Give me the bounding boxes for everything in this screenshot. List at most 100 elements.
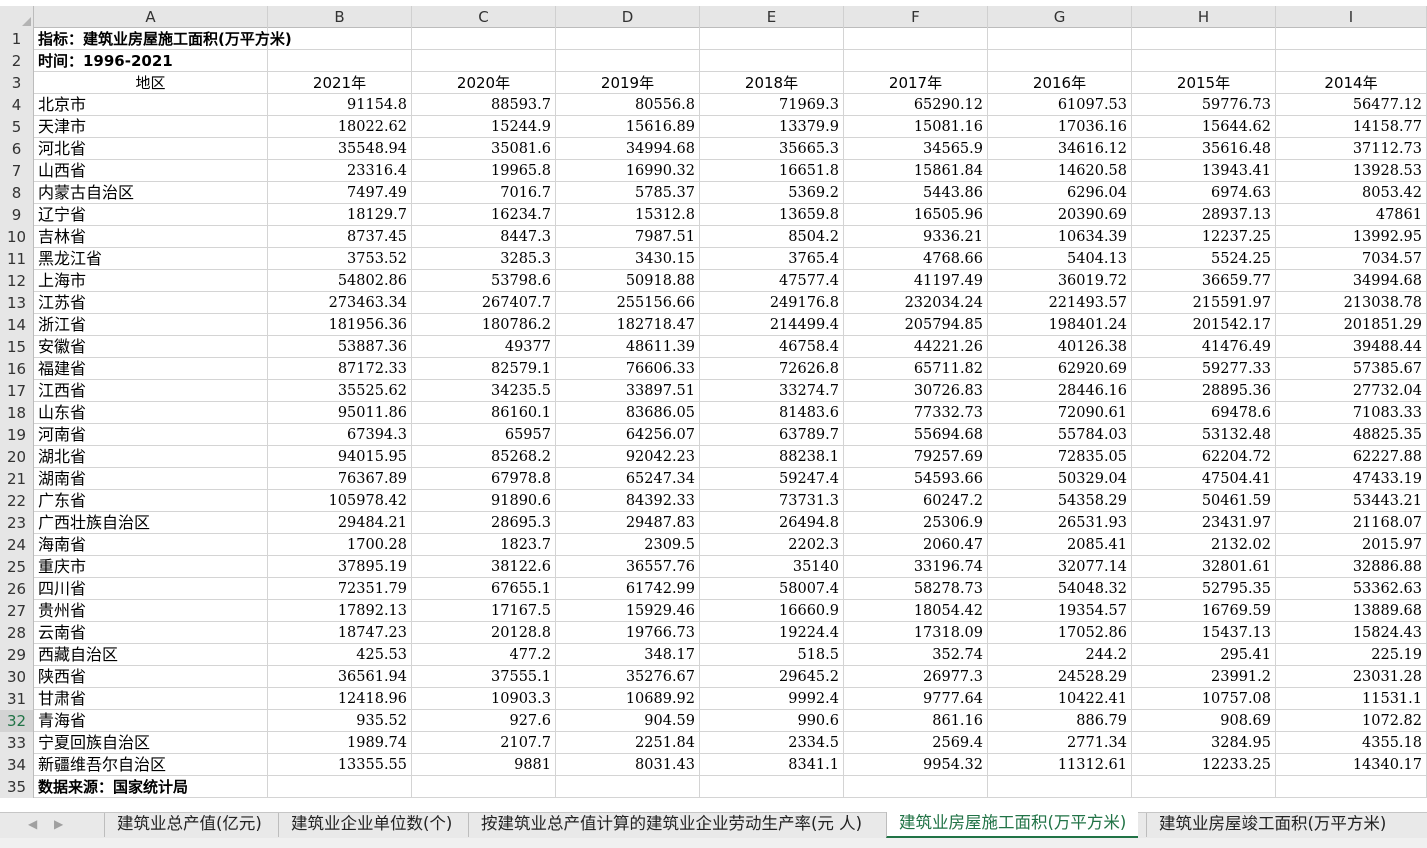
value-cell[interactable]: 54358.29	[988, 490, 1132, 512]
value-cell[interactable]: 886.79	[988, 710, 1132, 732]
value-cell[interactable]: 7034.57	[1276, 248, 1427, 270]
value-cell[interactable]: 36557.76	[556, 556, 700, 578]
value-cell[interactable]: 35548.94	[268, 138, 412, 160]
region-cell[interactable]: 陕西省	[34, 666, 268, 688]
value-cell[interactable]: 7016.7	[412, 182, 556, 204]
value-cell[interactable]: 23431.97	[1132, 512, 1276, 534]
region-cell[interactable]: 广东省	[34, 490, 268, 512]
value-cell[interactable]: 59247.4	[700, 468, 844, 490]
value-cell[interactable]: 18022.62	[268, 116, 412, 138]
row-number[interactable]: 10	[0, 226, 34, 248]
column-header-a[interactable]: A	[34, 6, 268, 28]
value-cell[interactable]: 56477.12	[1276, 94, 1427, 116]
value-cell[interactable]: 26494.8	[700, 512, 844, 534]
value-cell[interactable]: 28895.36	[1132, 380, 1276, 402]
value-cell[interactable]: 14340.17	[1276, 754, 1427, 776]
value-cell[interactable]: 7987.51	[556, 226, 700, 248]
value-cell[interactable]: 214499.4	[700, 314, 844, 336]
value-cell[interactable]: 72626.8	[700, 358, 844, 380]
value-cell[interactable]: 69478.6	[1132, 402, 1276, 424]
region-cell[interactable]: 江苏省	[34, 292, 268, 314]
value-cell[interactable]: 13992.95	[1276, 226, 1427, 248]
region-cell[interactable]: 内蒙古自治区	[34, 182, 268, 204]
region-cell[interactable]: 广西壮族自治区	[34, 512, 268, 534]
value-cell[interactable]: 4768.66	[844, 248, 988, 270]
value-cell[interactable]: 19965.8	[412, 160, 556, 182]
value-cell[interactable]: 28937.13	[1132, 204, 1276, 226]
value-cell[interactable]: 182718.47	[556, 314, 700, 336]
value-cell[interactable]: 29484.21	[268, 512, 412, 534]
sheet-tab[interactable]: 建筑业总产值(亿元)	[104, 813, 274, 837]
value-cell[interactable]: 29487.83	[556, 512, 700, 534]
value-cell[interactable]: 28446.16	[988, 380, 1132, 402]
value-cell[interactable]: 47577.4	[700, 270, 844, 292]
value-cell[interactable]: 36659.77	[1132, 270, 1276, 292]
value-cell[interactable]: 46758.4	[700, 336, 844, 358]
value-cell[interactable]: 5785.37	[556, 182, 700, 204]
value-cell[interactable]: 3430.15	[556, 248, 700, 270]
value-cell[interactable]: 54048.32	[988, 578, 1132, 600]
header-year-cell[interactable]: 2017年	[844, 72, 988, 94]
value-cell[interactable]: 13889.68	[1276, 600, 1427, 622]
value-cell[interactable]: 30726.83	[844, 380, 988, 402]
value-cell[interactable]: 39488.44	[1276, 336, 1427, 358]
value-cell[interactable]: 35276.67	[556, 666, 700, 688]
value-cell[interactable]: 25306.9	[844, 512, 988, 534]
value-cell[interactable]: 13379.9	[700, 116, 844, 138]
value-cell[interactable]: 232034.24	[844, 292, 988, 314]
value-cell[interactable]: 35665.3	[700, 138, 844, 160]
value-cell[interactable]: 81483.6	[700, 402, 844, 424]
value-cell[interactable]: 76367.89	[268, 468, 412, 490]
value-cell[interactable]: 34565.9	[844, 138, 988, 160]
value-cell[interactable]: 3284.95	[1132, 732, 1276, 754]
value-cell[interactable]: 64256.07	[556, 424, 700, 446]
value-cell[interactable]: 91890.6	[412, 490, 556, 512]
value-cell[interactable]: 23991.2	[1132, 666, 1276, 688]
row-number[interactable]: 1	[0, 28, 34, 50]
value-cell[interactable]: 33196.74	[844, 556, 988, 578]
value-cell[interactable]: 26531.93	[988, 512, 1132, 534]
value-cell[interactable]: 18747.23	[268, 622, 412, 644]
row-number[interactable]: 3	[0, 72, 34, 94]
row-number[interactable]: 12	[0, 270, 34, 292]
value-cell[interactable]: 23031.28	[1276, 666, 1427, 688]
value-cell[interactable]: 36019.72	[988, 270, 1132, 292]
row-number[interactable]: 4	[0, 94, 34, 116]
value-cell[interactable]: 273463.34	[268, 292, 412, 314]
value-cell[interactable]: 47433.19	[1276, 468, 1427, 490]
region-cell[interactable]: 湖北省	[34, 446, 268, 468]
value-cell[interactable]: 8447.3	[412, 226, 556, 248]
value-cell[interactable]: 50918.88	[556, 270, 700, 292]
value-cell[interactable]: 67655.1	[412, 578, 556, 600]
value-cell[interactable]: 477.2	[412, 644, 556, 666]
value-cell[interactable]: 37555.1	[412, 666, 556, 688]
value-cell[interactable]: 67978.8	[412, 468, 556, 490]
value-cell[interactable]: 16234.7	[412, 204, 556, 226]
data-source-cell[interactable]: 数据来源：国家统计局	[34, 776, 188, 798]
value-cell[interactable]: 15824.43	[1276, 622, 1427, 644]
row-number[interactable]: 26	[0, 578, 34, 600]
value-cell[interactable]: 23316.4	[268, 160, 412, 182]
value-cell[interactable]: 1989.74	[268, 732, 412, 754]
value-cell[interactable]: 88238.1	[700, 446, 844, 468]
value-cell[interactable]: 65957	[412, 424, 556, 446]
cell[interactable]	[1276, 776, 1427, 798]
value-cell[interactable]: 201851.29	[1276, 314, 1427, 336]
value-cell[interactable]: 32801.61	[1132, 556, 1276, 578]
sheet-tab[interactable]: 建筑业企业单位数(个)	[278, 813, 464, 837]
value-cell[interactable]: 5404.13	[988, 248, 1132, 270]
region-cell[interactable]: 河南省	[34, 424, 268, 446]
value-cell[interactable]: 52795.35	[1132, 578, 1276, 600]
value-cell[interactable]: 50461.59	[1132, 490, 1276, 512]
value-cell[interactable]: 53798.6	[412, 270, 556, 292]
region-cell[interactable]: 福建省	[34, 358, 268, 380]
value-cell[interactable]: 59277.33	[1132, 358, 1276, 380]
cell[interactable]	[412, 50, 556, 72]
value-cell[interactable]: 33897.51	[556, 380, 700, 402]
value-cell[interactable]: 1823.7	[412, 534, 556, 556]
value-cell[interactable]: 92042.23	[556, 446, 700, 468]
value-cell[interactable]: 18054.42	[844, 600, 988, 622]
value-cell[interactable]: 34616.12	[988, 138, 1132, 160]
value-cell[interactable]: 105978.42	[268, 490, 412, 512]
value-cell[interactable]: 19766.73	[556, 622, 700, 644]
